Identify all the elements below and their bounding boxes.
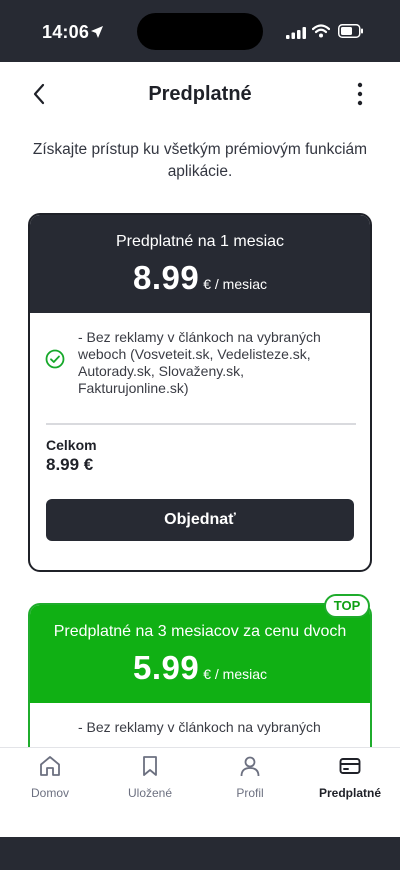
price-unit: € / mesiac <box>203 276 268 292</box>
more-vertical-icon <box>357 82 363 106</box>
tab-label: Predplatné <box>318 786 381 800</box>
feature-item: - Bez reklamy v článkoch na vybraných we… <box>78 329 321 396</box>
plan-card-header: Predplatné na 1 mesiac 8.99 € / mesiac <box>30 215 370 313</box>
tab-subscription[interactable]: Predplatné <box>300 748 400 837</box>
check-circle-icon <box>45 349 65 373</box>
plan-price: 5.99 € / mesiac <box>30 649 370 687</box>
battery-icon <box>338 24 364 43</box>
subscription-screen: Predplatné Získajte prístup ku všetkým p… <box>0 62 400 837</box>
subscription-intro-text: Získajte prístup ku všetkým prémiovým fu… <box>32 141 368 180</box>
cellular-signal-icon <box>286 26 306 44</box>
plan-features: - Bez reklamy v článkoch na vybraných <box>30 703 370 736</box>
price-value: 5.99 <box>132 649 200 686</box>
plan-price: 8.99 € / mesiac <box>30 259 370 297</box>
more-options-button[interactable] <box>350 80 370 108</box>
total-label: Celkom <box>46 437 97 453</box>
plan-card-1-month: Predplatné na 1 mesiac 8.99 € / mesiac - … <box>28 213 372 572</box>
tab-label: Uložené <box>127 786 173 800</box>
plan-features: - Bez reklamy v článkoch na vybraných we… <box>30 313 370 397</box>
home-icon <box>38 754 62 783</box>
dynamic-island <box>137 13 263 50</box>
tab-label: Profil <box>236 786 264 800</box>
status-bar: 14:06 <box>0 0 400 62</box>
location-arrow-icon <box>90 25 104 44</box>
feature-item: - Bez reklamy v článkoch na vybraných <box>78 719 321 735</box>
total-value: 8.99 € <box>46 455 94 474</box>
order-button[interactable]: Objednať <box>46 499 354 541</box>
status-time: 14:06 <box>42 22 90 42</box>
profile-icon <box>238 754 262 783</box>
tab-label: Domov <box>30 786 69 800</box>
tab-home[interactable]: Domov <box>0 748 100 837</box>
wifi-icon <box>311 24 331 43</box>
plan-name: Predplatné na 3 mesiacov za cenu dvoch <box>53 623 347 640</box>
price-value: 8.99 <box>132 259 200 296</box>
card-icon <box>338 754 362 783</box>
price-unit: € / mesiac <box>203 666 268 682</box>
tab-saved[interactable]: Uložené <box>100 748 200 837</box>
page-title: Predplatné <box>148 83 252 105</box>
plan-name: Predplatné na 1 mesiac <box>115 233 285 250</box>
plan-card-header: Predplatné na 3 mesiacov za cenu dvoch 5… <box>30 605 370 703</box>
top-badge: TOP <box>324 594 370 618</box>
nav-header: Predplatné <box>0 62 400 126</box>
divider <box>46 423 356 425</box>
bookmark-icon <box>138 754 162 783</box>
bottom-tab-bar: Domov Uložené Profil Predplatné <box>0 747 400 837</box>
tab-profile[interactable]: Profil <box>200 748 300 837</box>
